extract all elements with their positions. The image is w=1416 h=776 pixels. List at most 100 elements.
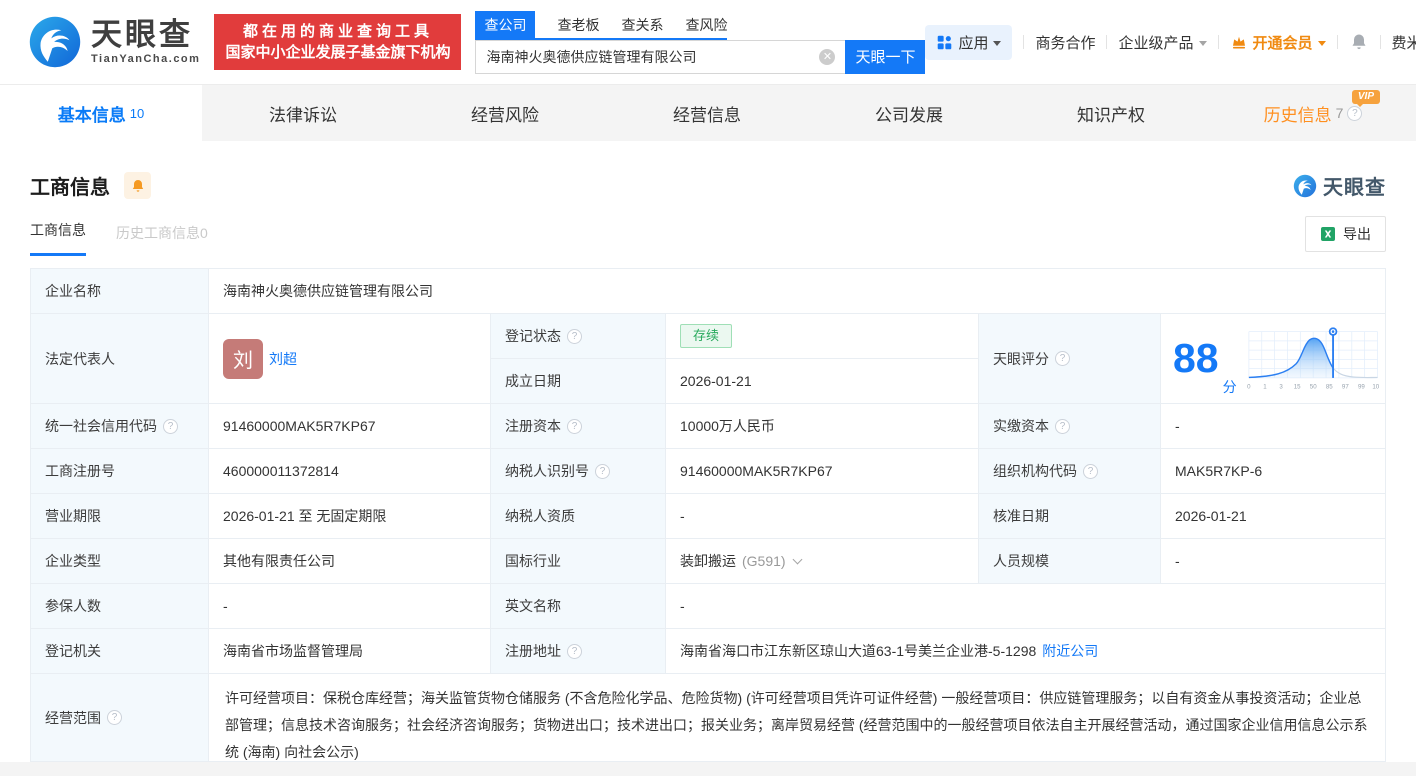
- subtab-business-info[interactable]: 工商信息: [30, 220, 86, 256]
- nav-enterprise[interactable]: 企业级产品: [1118, 32, 1207, 53]
- clear-icon[interactable]: ✕: [819, 48, 836, 65]
- nav-cooperation[interactable]: 商务合作: [1035, 32, 1095, 53]
- monitor-bell-button[interactable]: [124, 172, 151, 199]
- tab-history-info[interactable]: VIP 历史信息 7 ?: [1212, 85, 1414, 141]
- watermark-logo-icon: [1293, 174, 1317, 197]
- chevron-down-icon: [1198, 40, 1207, 46]
- slogan-line2: 国家中小企业发展子基金旗下机构: [225, 44, 451, 61]
- value-business-term: 2026-01-21 至 无固定期限: [209, 494, 491, 539]
- nav-enterprise-label: 企业级产品: [1118, 34, 1194, 52]
- value-english-name: -: [666, 584, 1386, 629]
- help-icon[interactable]: ?: [1347, 105, 1363, 121]
- help-icon[interactable]: ?: [1055, 351, 1070, 366]
- search-tab-boss[interactable]: 查老板: [557, 11, 599, 38]
- nav-vip-label: 开通会员: [1252, 34, 1313, 52]
- label-business-term: 营业期限: [31, 494, 209, 539]
- nearby-companies-link[interactable]: 附近公司: [1042, 641, 1098, 661]
- search-row: ✕ 天眼一下: [475, 39, 926, 74]
- value-text: 460000011372814: [223, 463, 339, 479]
- value-registered-capital: 10000万人民币: [666, 404, 979, 449]
- help-icon[interactable]: ?: [567, 418, 582, 434]
- tab-intellectual-property[interactable]: 知识产权: [1010, 85, 1212, 141]
- vip-badge: VIP: [1351, 90, 1380, 107]
- logo-title: 天眼查: [91, 16, 193, 52]
- subtab-history-business-info[interactable]: 历史工商信息0: [116, 223, 208, 256]
- label-text: 实缴资本: [993, 418, 1049, 434]
- label-text: 企业名称: [45, 283, 101, 299]
- svg-text:50: 50: [1309, 383, 1316, 390]
- tianyancha-logo[interactable]: 天眼查 TianYanCha.com: [28, 15, 200, 69]
- label-text: 工商注册号: [45, 463, 115, 479]
- help-icon[interactable]: ?: [595, 463, 610, 479]
- help-icon[interactable]: ?: [1083, 463, 1098, 479]
- divider: [1379, 35, 1381, 49]
- search-tab-company[interactable]: 查公司: [475, 10, 536, 38]
- crown-icon: [1232, 36, 1245, 49]
- label-text: 纳税人资质: [505, 508, 575, 524]
- value-text: MAK5R7KP-6: [1175, 463, 1263, 479]
- label-registered-capital: 注册资本 ?: [491, 404, 666, 449]
- company-tab-bar: 基本信息 10 法律诉讼 经营风险 经营信息 公司发展 知识产权 VIP 历史信…: [0, 85, 1416, 141]
- search-tab-risk[interactable]: 查风险: [685, 11, 727, 38]
- nav-username: 费米: [1391, 34, 1416, 52]
- subtab-row: 工商信息 历史工商信息0 导出: [30, 216, 1386, 256]
- help-icon[interactable]: ?: [567, 328, 582, 344]
- tab-company-development[interactable]: 公司发展: [808, 85, 1010, 141]
- label-text: 英文名称: [505, 598, 561, 614]
- nav-user[interactable]: 费米: [1392, 32, 1416, 53]
- label-tianyan-score: 天眼评分 ?: [979, 314, 1161, 404]
- label-text: 国标行业: [505, 553, 561, 569]
- help-icon[interactable]: ?: [1055, 418, 1070, 434]
- tab-count: 7: [1335, 105, 1344, 121]
- label-registered-address: 注册地址 ?: [491, 629, 666, 674]
- logo-domain: TianYanCha.com: [91, 52, 201, 65]
- search-tab-relation[interactable]: 查关系: [621, 11, 663, 38]
- value-company-name: 海南神火奥德供应链管理有限公司: [209, 269, 1386, 314]
- label-text: 企业类型: [45, 553, 101, 569]
- label-text: 统一社会信用代码: [45, 418, 157, 434]
- label-text: 成立日期: [505, 373, 561, 389]
- help-icon[interactable]: ?: [163, 418, 178, 434]
- label-text: 法定代表人: [45, 350, 115, 367]
- help-icon[interactable]: ?: [567, 643, 582, 659]
- value-paid-capital: -: [1161, 404, 1386, 449]
- tab-count: 10: [129, 105, 145, 121]
- brand-slogan: 都在用的商业查询工具 国家中小企业发展子基金旗下机构: [214, 14, 462, 70]
- label-taxpayer-quality: 纳税人资质: [491, 494, 666, 539]
- value-text: 2026-01-21: [1175, 508, 1247, 524]
- section-title: 工商信息: [30, 177, 110, 199]
- divider: [1106, 35, 1108, 49]
- tab-operating-info[interactable]: 经营信息: [606, 85, 808, 141]
- legal-rep-link[interactable]: 刘超: [269, 349, 297, 369]
- value-text: -: [1175, 418, 1180, 434]
- tianyancha-watermark: 天眼查: [1293, 171, 1386, 200]
- divider: [1023, 35, 1025, 49]
- help-icon[interactable]: ?: [107, 710, 122, 725]
- export-button[interactable]: 导出: [1305, 216, 1386, 252]
- value-text: -: [680, 508, 685, 524]
- label-text: 注册地址: [505, 643, 561, 659]
- value-registration-status: 存续: [666, 314, 979, 359]
- top-nav: 应用 商务合作 企业级产品 开通会员 费米: [925, 24, 1416, 60]
- search-area: 查公司 查老板 查关系 查风险 ✕ 天眼一下: [475, 10, 926, 74]
- value-text: 其他有限责任公司: [223, 553, 335, 569]
- score-marker-pin: [1328, 326, 1337, 336]
- tab-legal-litigation[interactable]: 法律诉讼: [202, 85, 404, 141]
- search-button[interactable]: 天眼一下: [845, 39, 926, 74]
- bell-icon: [132, 179, 143, 192]
- legal-rep-avatar[interactable]: 刘: [223, 338, 263, 379]
- chevron-down-icon[interactable]: [792, 554, 803, 565]
- footer-strip: [0, 762, 1416, 776]
- slogan-line1: 都在用的商业查询工具: [242, 23, 433, 40]
- tab-basic-info[interactable]: 基本信息 10: [0, 85, 202, 141]
- nav-open-vip[interactable]: 开通会员: [1230, 32, 1326, 53]
- search-input[interactable]: [475, 39, 846, 74]
- value-text: 10000万人民币: [680, 418, 775, 434]
- divider: [1336, 35, 1338, 49]
- value-establish-date: 2026-01-21: [666, 359, 979, 404]
- notification-bell-icon[interactable]: [1349, 32, 1369, 52]
- label-taxpayer-id: 纳税人识别号 ?: [491, 449, 666, 494]
- label-text: 营业期限: [45, 508, 101, 524]
- tab-operating-risk[interactable]: 经营风险: [404, 85, 606, 141]
- nav-apps[interactable]: 应用: [925, 24, 1013, 60]
